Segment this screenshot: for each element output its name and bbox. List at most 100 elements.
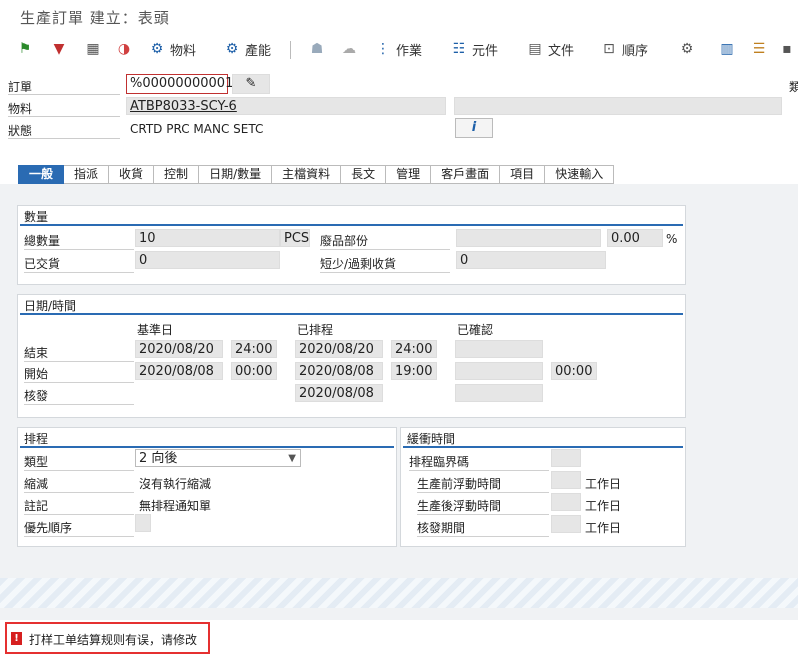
more-icon: ▪ (782, 41, 792, 57)
scheduling-type-label: 類型 (24, 453, 134, 471)
order-edit-button[interactable]: ✎ (232, 74, 270, 94)
capacity-icon: ⚙ (225, 41, 239, 57)
release-confirmed-date[interactable] (455, 384, 543, 402)
release-scheduled-date[interactable]: 2020/08/08 (295, 384, 383, 402)
operations-button[interactable]: ⋮ 作業 (374, 38, 422, 60)
components-button[interactable]: ☷ 元件 (450, 38, 498, 60)
check-icon: ▼ (53, 41, 65, 57)
toolbar-separator (290, 41, 291, 59)
reduction-label: 縮減 (24, 475, 134, 493)
grid-icon: ▥ (720, 41, 734, 57)
pie-icon: ◑ (117, 41, 131, 57)
order-number-field[interactable]: %00000000001 (126, 74, 233, 94)
cost-button[interactable]: ◑ (115, 38, 133, 60)
cloud-icon: ☁ (342, 41, 356, 57)
tab-long-text[interactable]: 長文 (341, 165, 387, 184)
material-icon: ⚙ (150, 41, 164, 57)
release-period-field[interactable] (551, 515, 581, 533)
sequence-button-label: 順序 (622, 43, 649, 59)
float-before-label: 生產前浮動時間 (417, 475, 549, 493)
status-message[interactable]: ! 打样工单结算规则有误，请修改 (5, 622, 210, 654)
empty-area-pattern (0, 578, 798, 608)
group-title-line (403, 446, 683, 448)
tab-customer-screen[interactable]: 客戶畫面 (431, 165, 501, 184)
start-confirmed-date[interactable] (455, 362, 543, 380)
application-toolbar: ⚑ ▼ ▦ ◑ ⚙ 物料 ⚙ 產能 ☗ ☁ ⋮ 作業 ☷ 元件 ▤ 文件 ⊡ 順序 ⚙ ▥ … (0, 32, 798, 66)
flag-icon: ⚑ (18, 41, 32, 57)
float-after-label: 生產後浮動時間 (417, 497, 549, 515)
start-confirmed-time[interactable]: 00:00 (551, 362, 597, 380)
group-title-line (20, 446, 394, 448)
sequence-icon: ⊡ (603, 41, 615, 57)
gear-icon: ⚙ (680, 41, 694, 57)
tab-items[interactable]: 項目 (500, 165, 546, 184)
capacity-button-label: 產能 (245, 43, 272, 59)
release-period-label: 核發期間 (417, 519, 549, 537)
priority-field[interactable] (135, 514, 151, 532)
tab-goods-receipt[interactable]: 收貨 (109, 165, 155, 184)
calculator-button[interactable]: ▦ (84, 38, 102, 60)
tab-assignment[interactable]: 指派 (64, 165, 110, 184)
buffer-group: 緩衝時間 排程臨界碼 生產前浮動時間 工作日 生產後浮動時間 工作日 核發期間 … (400, 427, 686, 547)
green-flag-button[interactable]: ⚑ (16, 38, 34, 60)
tab-master-data[interactable]: 主檔資料 (272, 165, 342, 184)
hierarchy-button[interactable]: ☰ (750, 38, 768, 60)
end-scheduled-time[interactable]: 24:00 (391, 340, 437, 358)
grid-button[interactable]: ▥ (718, 38, 736, 60)
float-before-field[interactable] (551, 471, 581, 489)
cloud-button[interactable]: ☁ (340, 38, 358, 60)
tab-control[interactable]: 控制 (154, 165, 200, 184)
edit-icon: ✎ (245, 76, 257, 91)
tab-administration[interactable]: 管理 (386, 165, 432, 184)
priority-label: 優先順序 (24, 519, 134, 537)
tab-quick-entry[interactable]: 快速輸入 (545, 165, 615, 184)
end-basic-time[interactable]: 24:00 (231, 340, 277, 358)
order-label-underline (8, 94, 120, 95)
start-basic-date[interactable]: 2020/08/08 (135, 362, 223, 380)
short-excess-field[interactable]: 0 (456, 251, 606, 269)
scheduling-title: 排程 (24, 432, 49, 446)
total-quantity-field[interactable]: 10 (135, 229, 280, 247)
float-after-field[interactable] (551, 493, 581, 511)
scrap-label: 廢品部份 (320, 232, 450, 250)
quantities-group: 數量 總數量 10 PCS 廢品部份 0.00 % 已交貨 0 短少/過剩收貨 … (17, 205, 686, 285)
structure-button[interactable]: ☗ (308, 38, 326, 60)
scrap-quantity-field[interactable] (456, 229, 601, 247)
tab-dates-quantities[interactable]: 日期/數量 (199, 165, 273, 184)
release-period-unit: 工作日 (585, 521, 622, 535)
documents-button[interactable]: ▤ 文件 (526, 38, 574, 60)
scheduling-type-select[interactable]: 2 向後 ▼ (135, 449, 301, 467)
capacity-button[interactable]: ⚙ 產能 (223, 38, 271, 60)
unit-field[interactable]: PCS (280, 229, 310, 247)
material-button[interactable]: ⚙ 物料 (148, 38, 196, 60)
percent-sign: % (666, 232, 678, 246)
dates-group: 日期/時間 基準日 已排程 已確認 結束 2020/08/20 24:00 20… (17, 294, 686, 418)
more-button[interactable]: ▪ (778, 38, 796, 60)
start-scheduled-date[interactable]: 2020/08/08 (295, 362, 383, 380)
status-info-button[interactable]: i (455, 118, 493, 138)
sequence-button[interactable]: ⊡ 順序 (600, 38, 648, 60)
start-scheduled-time[interactable]: 19:00 (391, 362, 437, 380)
tab-general[interactable]: 一般 (18, 165, 65, 184)
end-basic-date[interactable]: 2020/08/20 (135, 340, 223, 358)
side-label: 類 (789, 80, 798, 94)
start-label: 開始 (24, 365, 134, 383)
check-button[interactable]: ▼ (50, 38, 68, 60)
delivered-field[interactable]: 0 (135, 251, 280, 269)
settings-button[interactable]: ⚙ (678, 38, 696, 60)
end-confirmed-date[interactable] (455, 340, 543, 358)
horizon-key-field[interactable] (551, 449, 581, 467)
group-title-line (20, 224, 683, 226)
end-scheduled-date[interactable]: 2020/08/20 (295, 340, 383, 358)
note-value: 無排程通知單 (139, 499, 212, 513)
components-icon: ☷ (452, 41, 466, 57)
start-basic-time[interactable]: 00:00 (231, 362, 277, 380)
float-after-unit: 工作日 (585, 499, 622, 513)
operations-button-label: 作業 (396, 43, 423, 59)
confirmed-header: 已確認 (457, 323, 494, 337)
status-bar: ! 打样工单结算规则有误，请修改 (0, 620, 798, 656)
components-button-label: 元件 (472, 43, 499, 59)
documents-button-label: 文件 (548, 43, 575, 59)
scrap-percent-field[interactable]: 0.00 (607, 229, 663, 247)
material-description-field (454, 97, 782, 115)
